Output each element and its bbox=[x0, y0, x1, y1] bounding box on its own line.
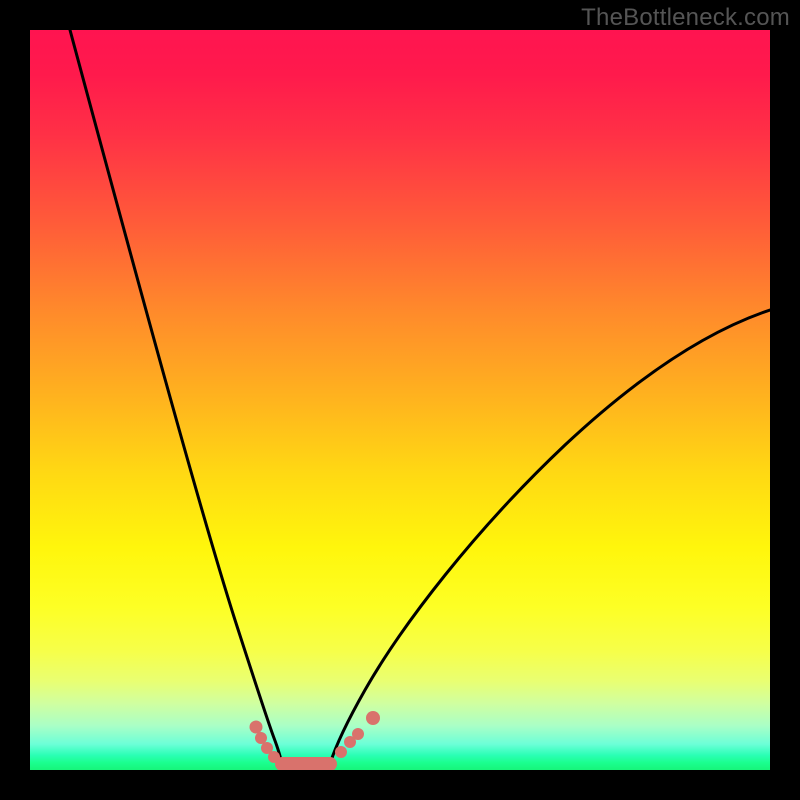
plot-area bbox=[30, 30, 770, 770]
bottleneck-curve bbox=[30, 30, 770, 770]
chart-frame: TheBottleneck.com bbox=[0, 0, 800, 800]
marker-right-3 bbox=[366, 711, 380, 725]
watermark-text: TheBottleneck.com bbox=[581, 4, 790, 32]
bottom-tag bbox=[275, 757, 337, 770]
left-curve-path bbox=[70, 30, 282, 764]
marker-right-2 bbox=[352, 728, 364, 740]
right-curve-path bbox=[330, 310, 770, 764]
marker-left-3 bbox=[268, 751, 280, 763]
marker-right-0 bbox=[335, 746, 347, 758]
